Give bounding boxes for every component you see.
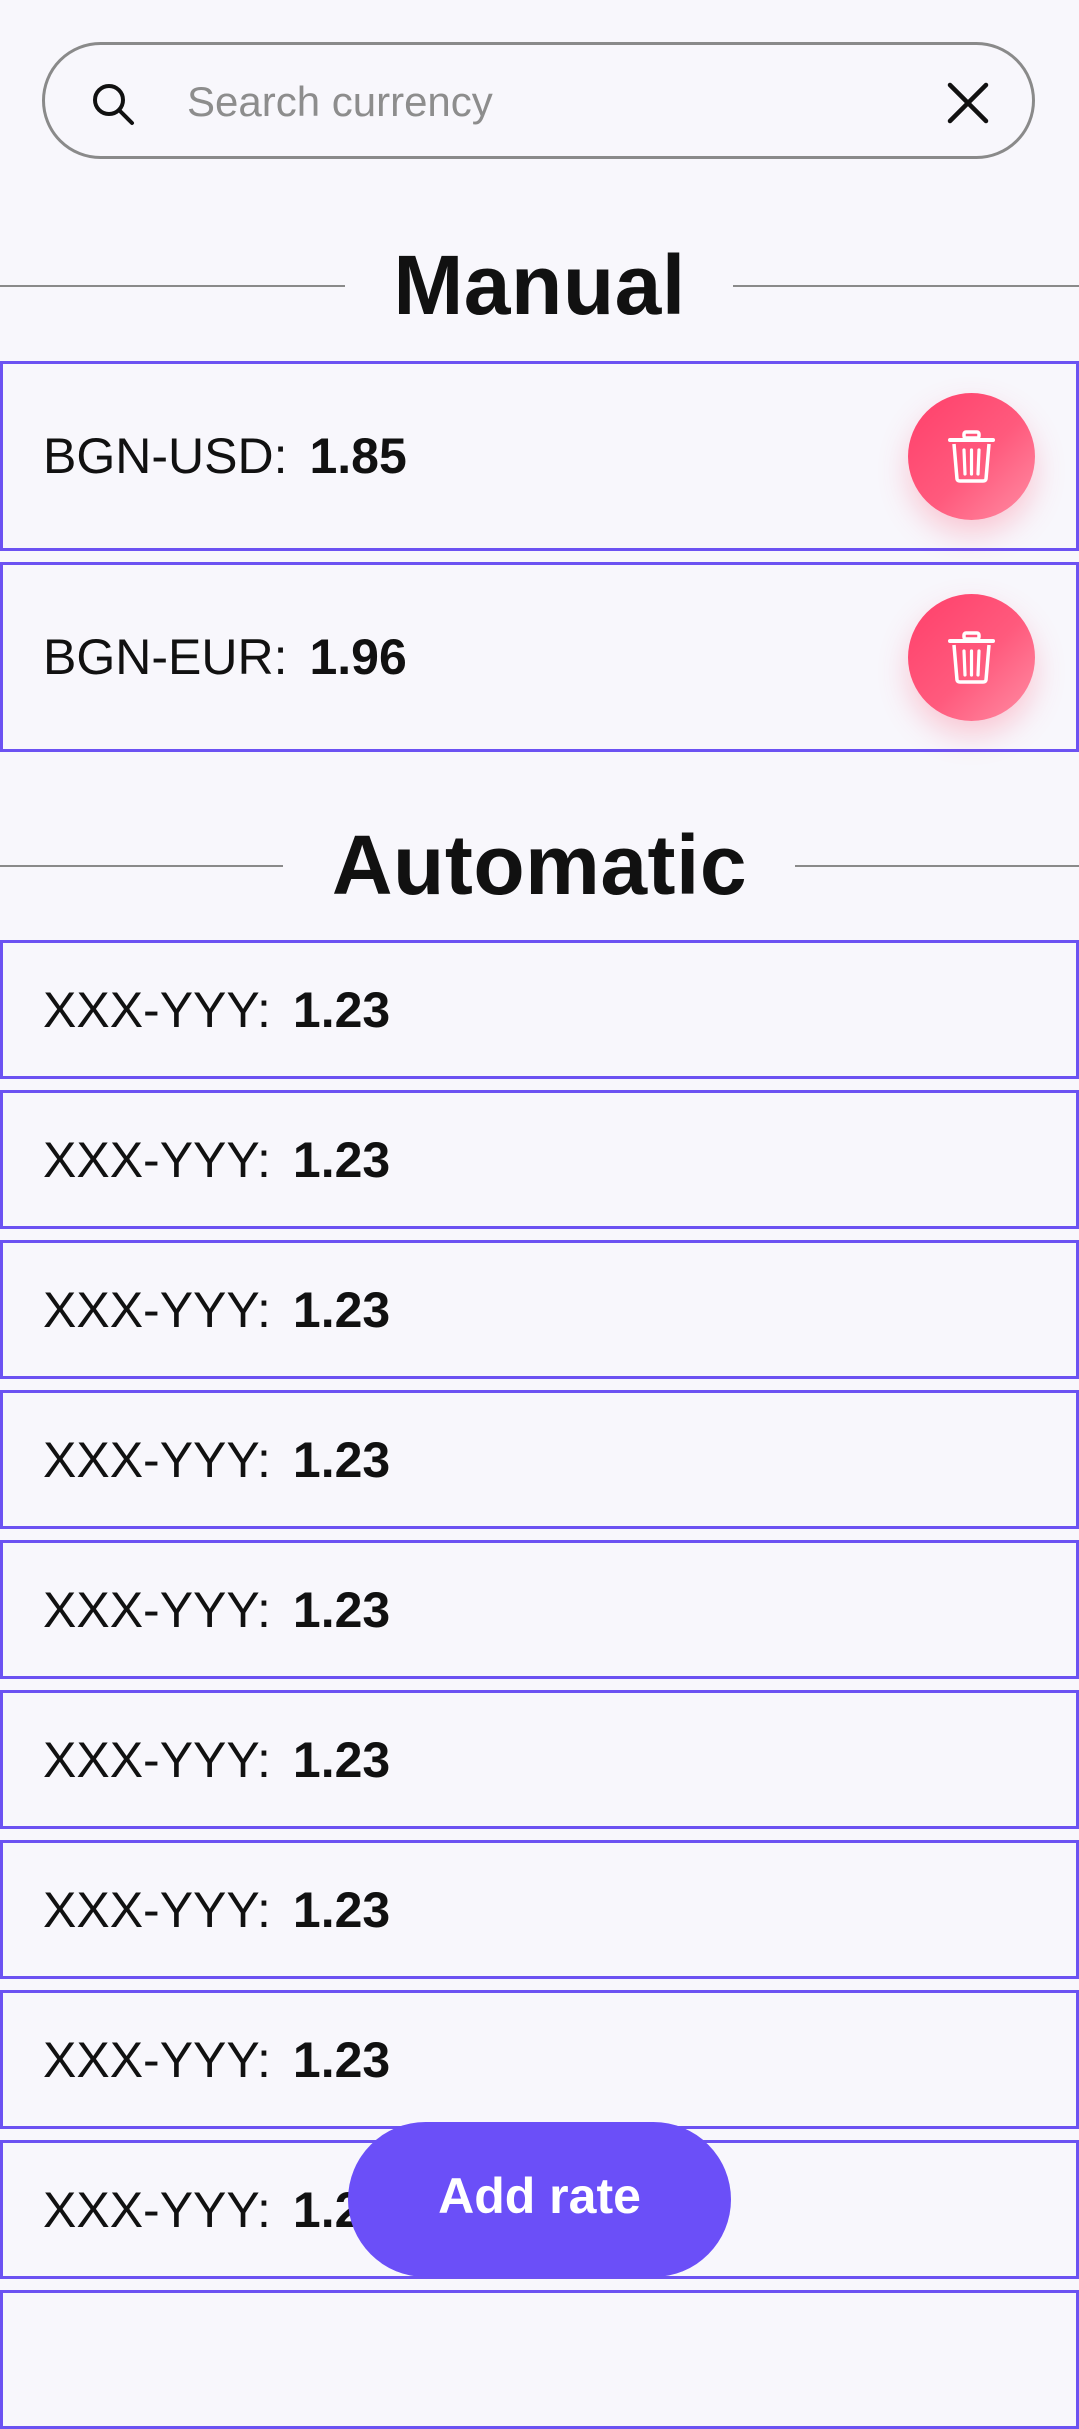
currency-pair: XXX-YYY:	[43, 1582, 271, 1638]
trash-icon	[948, 631, 995, 684]
rate-text: XXX-YYY: 1.23	[43, 1993, 390, 2127]
rate-value: 1.23	[292, 982, 391, 1038]
rate-text: BGN-EUR: 1.96	[43, 565, 407, 749]
delete-button[interactable]	[908, 594, 1035, 721]
rate-value: 1.23	[292, 2032, 391, 2088]
rate-text: XXX-YYY: 1.23	[43, 1543, 390, 1677]
automatic-section-header: Automatic	[0, 815, 1079, 915]
currency-pair: XXX-YYY:	[43, 1882, 271, 1938]
search-icon	[93, 84, 134, 125]
currency-pair: BGN-EUR:	[43, 629, 288, 685]
rate-text: XXX-YYY: 1.23	[43, 1843, 390, 1977]
rate-value: 1.23	[292, 1282, 391, 1338]
rate-text: XXX-YYY: 1.23	[43, 1393, 390, 1527]
rate-value: 1.23	[292, 1882, 391, 1938]
currency-pair: XXX-YYY:	[43, 1732, 271, 1788]
rate-value: 1.23	[292, 1582, 391, 1638]
currency-pair: XXX-YYY:	[43, 1282, 271, 1338]
close-icon[interactable]	[945, 80, 991, 126]
trash-icon	[948, 430, 995, 483]
automatic-rate-row[interactable]: XXX-YYY: 1.23	[0, 1690, 1079, 1829]
rate-text: XXX-YYY: 1.23	[43, 943, 390, 1077]
automatic-rate-row[interactable]: XXX-YYY: 1.23	[0, 1540, 1079, 1679]
rate-text: BGN-USD: 1.85	[43, 364, 407, 548]
automatic-rate-row[interactable]: XXX-YYY: 1.23	[0, 1840, 1079, 1979]
divider-right	[795, 865, 1079, 867]
currency-pair: BGN-USD:	[43, 428, 288, 484]
add-rate-button[interactable]: Add rate	[348, 2122, 731, 2277]
automatic-rate-row[interactable]: XXX-YYY: 1.23	[0, 1090, 1079, 1229]
manual-section-header: Manual	[0, 235, 1079, 335]
currency-pair: XXX-YYY:	[43, 1432, 271, 1488]
search-input[interactable]	[185, 69, 929, 135]
automatic-rate-row[interactable]	[0, 2290, 1079, 2429]
currency-pair: XXX-YYY:	[43, 982, 271, 1038]
search-bar[interactable]	[42, 42, 1035, 159]
rate-value: 1.96	[309, 629, 407, 685]
currency-pair: XXX-YYY:	[43, 1132, 271, 1188]
rate-text	[43, 2293, 65, 2427]
automatic-rate-row[interactable]: XXX-YYY: 1.23	[0, 1990, 1079, 2129]
rate-text: XXX-YYY: 1.23	[43, 2143, 390, 2277]
automatic-rate-row[interactable]: XXX-YYY: 1.23	[0, 1240, 1079, 1379]
rate-value: 1.23	[292, 1132, 391, 1188]
automatic-rate-row[interactable]: XXX-YYY: 1.23	[0, 940, 1079, 1079]
divider-right	[733, 285, 1079, 287]
rate-value: 1.23	[292, 1732, 391, 1788]
rate-value: 1.23	[292, 1432, 391, 1488]
currency-pair: XXX-YYY:	[43, 2182, 271, 2238]
rate-text: XXX-YYY: 1.23	[43, 1093, 390, 1227]
automatic-rate-row[interactable]: XXX-YYY: 1.23	[0, 1390, 1079, 1529]
rate-text: XXX-YYY: 1.23	[43, 1243, 390, 1377]
rate-value: 1.85	[309, 428, 407, 484]
rate-text: XXX-YYY: 1.23	[43, 1693, 390, 1827]
delete-button[interactable]	[908, 393, 1035, 520]
currency-pair: XXX-YYY:	[43, 2032, 271, 2088]
